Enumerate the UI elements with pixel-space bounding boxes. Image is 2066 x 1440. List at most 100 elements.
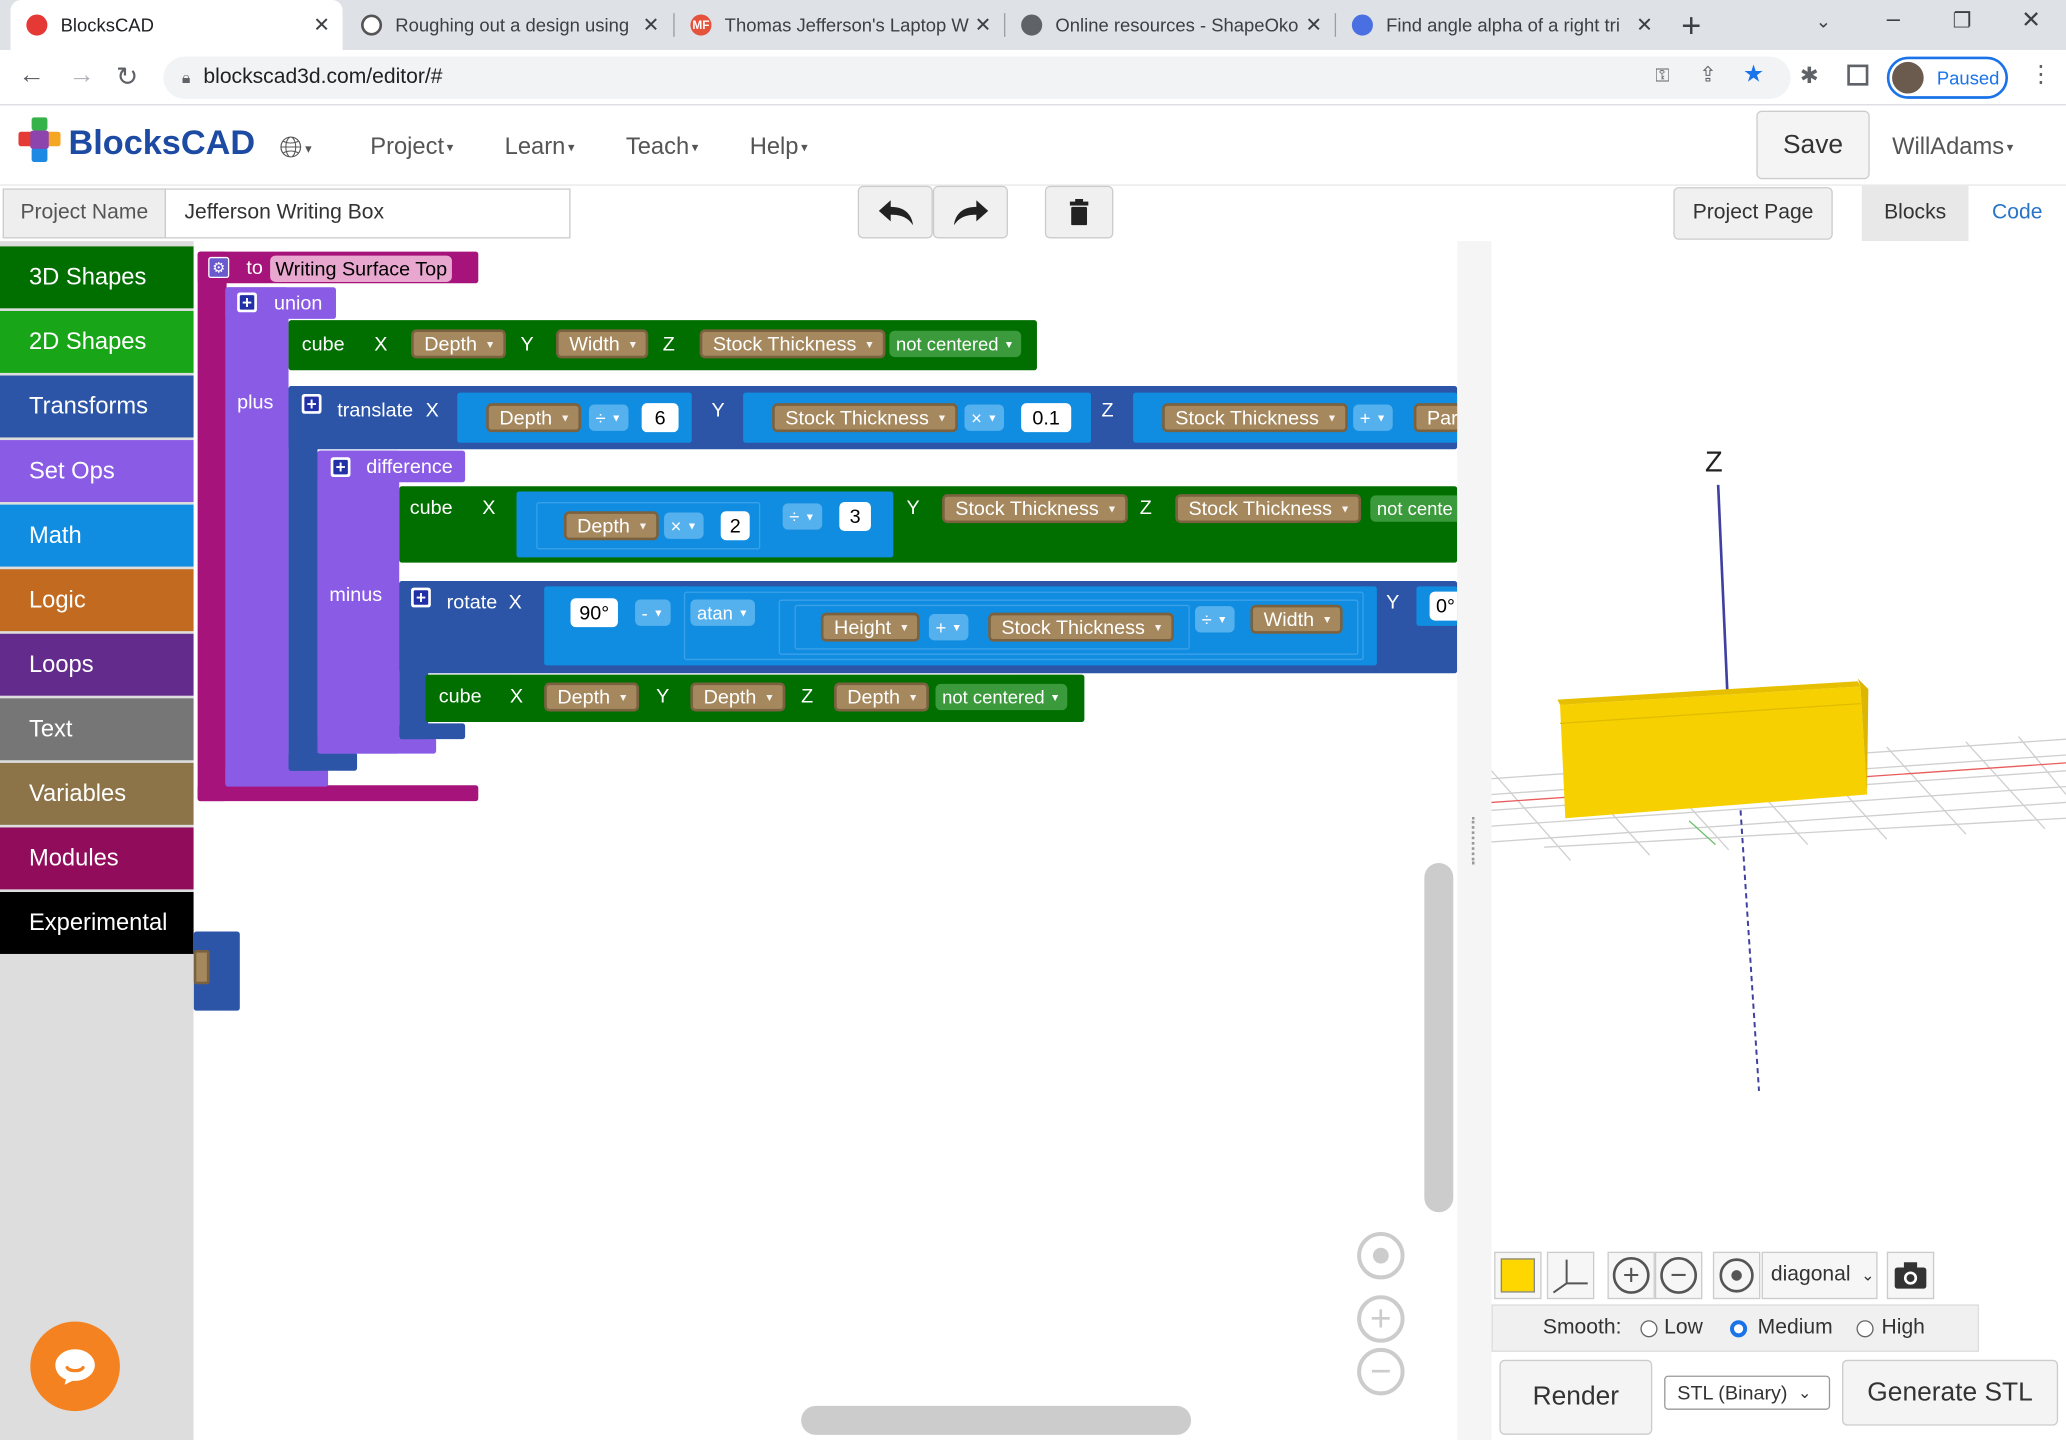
close-tab-icon[interactable]: ✕: [638, 13, 664, 36]
category-modules[interactable]: Modules: [0, 827, 194, 890]
union-expand-icon[interactable]: +: [237, 292, 257, 313]
vertical-scrollbar[interactable]: [1424, 863, 1454, 1213]
stock-thickness-variable[interactable]: Stock Thickness ▼: [1162, 403, 1348, 433]
module-name-field[interactable]: Writing Surface Top: [270, 255, 453, 282]
axes-toggle-icon[interactable]: [1546, 1251, 1595, 1300]
view-angle-select[interactable]: diagonal ⌄: [1761, 1251, 1878, 1300]
category-set-ops[interactable]: Set Ops: [0, 440, 194, 503]
close-tab-icon[interactable]: ✕: [1300, 13, 1326, 36]
generate-stl-button[interactable]: Generate STL: [1842, 1359, 2059, 1426]
stock-thickness-variable[interactable]: Stock Thickness ▼: [772, 403, 958, 433]
undo-button[interactable]: [857, 185, 933, 239]
category-math[interactable]: Math: [0, 504, 194, 567]
browser-tab-shapeoko[interactable]: Online resources - ShapeOko ✕: [1005, 0, 1334, 50]
zoom-out-icon[interactable]: −: [1357, 1347, 1405, 1396]
browser-tab-jefferson[interactable]: MF Thomas Jefferson's Laptop W ✕: [675, 0, 1004, 50]
width-variable[interactable]: Width ▼: [1250, 604, 1343, 634]
angle-field[interactable]: 90°: [570, 598, 618, 628]
translate-expand-icon[interactable]: +: [301, 393, 322, 414]
chat-support-button[interactable]: [30, 1321, 120, 1412]
3d-scene[interactable]: Z: [1491, 241, 2066, 1249]
save-button[interactable]: Save: [1756, 110, 1870, 180]
tab-search-icon[interactable]: ⌄: [1816, 11, 1831, 33]
blockly-workspace[interactable]: ⚙ to Writing Surface Top + union plus cu…: [193, 241, 1458, 1440]
operator-dropdown[interactable]: × ▼: [664, 512, 704, 539]
minimize-icon[interactable]: –: [1887, 5, 1900, 33]
stock-thickness-variable[interactable]: Stock Thickness ▼: [1175, 494, 1361, 524]
profile-button[interactable]: Paused: [1886, 56, 2009, 99]
export-format-select[interactable]: STL (Binary) ⌄: [1664, 1375, 1831, 1410]
category-loops[interactable]: Loops: [0, 633, 194, 696]
menu-help[interactable]: Help ▾: [750, 133, 808, 161]
angle-field[interactable]: 0°: [1429, 591, 1458, 621]
reset-view-icon[interactable]: [1712, 1251, 1761, 1300]
color-picker-button[interactable]: [1494, 1251, 1542, 1300]
number-field[interactable]: 0.1: [1021, 403, 1072, 433]
screenshot-camera-icon[interactable]: [1886, 1251, 1935, 1300]
operator-dropdown[interactable]: ÷ ▼: [782, 503, 822, 530]
sidebar-icon[interactable]: [1847, 64, 1869, 86]
operator-dropdown[interactable]: ÷ ▼: [1195, 606, 1235, 633]
operator-dropdown[interactable]: + ▼: [928, 614, 969, 641]
restore-icon[interactable]: ❐: [1953, 8, 1972, 34]
stock-thickness-variable[interactable]: Stock Thickness ▼: [699, 329, 886, 359]
close-tab-icon[interactable]: ✕: [970, 13, 996, 36]
operator-dropdown[interactable]: × ▼: [964, 404, 1005, 431]
category-experimental[interactable]: Experimental: [0, 892, 194, 954]
browser-tab-blockscad[interactable]: BlocksCAD ✕: [10, 0, 343, 51]
width-variable[interactable]: Width ▼: [556, 329, 649, 359]
height-variable[interactable]: Height ▼: [820, 612, 921, 642]
more-menu-icon[interactable]: ⋮: [2029, 61, 2053, 89]
redo-button[interactable]: [932, 185, 1008, 239]
trig-function-dropdown[interactable]: atan ▼: [690, 599, 756, 626]
reload-icon[interactable]: ↻: [116, 61, 138, 94]
recenter-icon[interactable]: [1357, 1231, 1405, 1280]
depth-variable[interactable]: Depth ▼: [834, 682, 929, 712]
depth-variable[interactable]: Depth ▼: [544, 682, 639, 712]
module-settings-gear-icon[interactable]: ⚙: [208, 256, 230, 279]
zoom-out-viewer-button[interactable]: −: [1654, 1251, 1703, 1300]
extensions-icon[interactable]: ✱: [1800, 63, 1819, 89]
difference-expand-icon[interactable]: +: [330, 457, 351, 477]
category-2d-shapes[interactable]: 2D Shapes: [0, 310, 194, 373]
radio-medium[interactable]: [1730, 1320, 1748, 1338]
render-button[interactable]: Render: [1499, 1359, 1653, 1435]
menu-teach[interactable]: Teach ▾: [626, 133, 699, 161]
depth-variable[interactable]: Depth ▼: [486, 403, 581, 433]
number-field[interactable]: 3: [839, 502, 871, 531]
omnibox[interactable]: 🔒︎ blockscad3d.com/editor/# ⚿ ⇪ ★: [163, 56, 1791, 99]
forward-icon[interactable]: →: [69, 61, 95, 91]
radio-high[interactable]: [1856, 1320, 1874, 1338]
centering-dropdown[interactable]: not centered ▼: [889, 330, 1021, 358]
menu-learn[interactable]: Learn ▾: [505, 133, 575, 161]
user-menu[interactable]: WillAdams ▾: [1892, 133, 2013, 161]
menu-project[interactable]: Project ▾: [370, 133, 453, 161]
part-variable[interactable]: Part: [1413, 403, 1458, 433]
project-page-button[interactable]: Project Page: [1673, 187, 1833, 240]
3d-viewer[interactable]: Z: [1491, 241, 2066, 1250]
number-field[interactable]: 2: [720, 511, 750, 541]
browser-tab-angle[interactable]: Find angle alpha of a right tri ✕: [1336, 0, 1665, 50]
horizontal-scrollbar[interactable]: [801, 1405, 1192, 1435]
category-3d-shapes[interactable]: 3D Shapes: [0, 246, 194, 309]
operator-dropdown[interactable]: ÷ ▼: [588, 404, 628, 431]
radio-low[interactable]: [1640, 1320, 1658, 1338]
tab-blocks[interactable]: Blocks: [1861, 185, 1969, 242]
bookmark-star-icon[interactable]: ★: [1743, 61, 1764, 89]
centering-dropdown[interactable]: not cente: [1370, 495, 1458, 522]
category-logic[interactable]: Logic: [0, 569, 194, 632]
close-tab-icon[interactable]: ✕: [308, 13, 334, 36]
partial-variable[interactable]: [193, 949, 210, 985]
depth-variable[interactable]: Depth ▼: [563, 511, 659, 541]
centering-dropdown[interactable]: not centered ▼: [935, 683, 1067, 711]
depth-variable[interactable]: Depth ▼: [411, 329, 506, 359]
stock-thickness-variable[interactable]: Stock Thickness ▼: [988, 612, 1174, 642]
pane-splitter[interactable]: [1457, 241, 1492, 1440]
back-icon[interactable]: ←: [18, 61, 44, 91]
project-name-input[interactable]: Jefferson Writing Box: [164, 188, 571, 239]
category-variables[interactable]: Variables: [0, 762, 194, 825]
zoom-in-viewer-button[interactable]: +: [1607, 1251, 1655, 1300]
close-window-icon[interactable]: ✕: [2021, 7, 2041, 35]
depth-variable[interactable]: Depth ▼: [690, 682, 786, 712]
number-field[interactable]: 6: [641, 403, 679, 433]
